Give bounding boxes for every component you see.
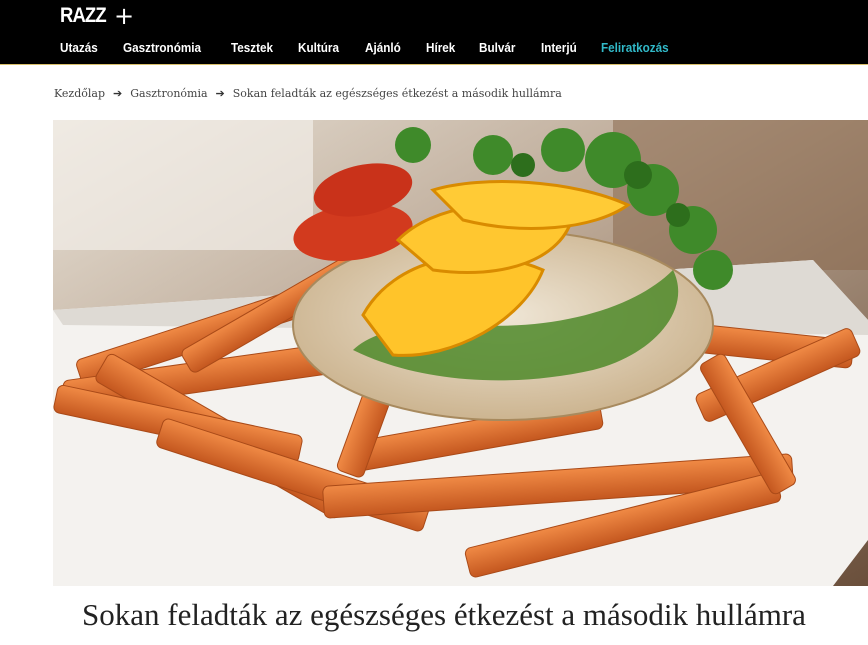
main-nav: Utazás Gasztronómia Tesztek Kultúra Aján… [60, 40, 697, 55]
nav-item-tesztek[interactable]: Tesztek [231, 40, 273, 55]
hero-image [53, 120, 868, 586]
nav-item-kultura[interactable]: Kultúra [298, 40, 339, 55]
nav-item-feliratkozas[interactable]: Feliratkozás [601, 40, 669, 55]
nav-item-bulvar[interactable]: Bulvár [479, 40, 515, 55]
site-logo[interactable]: RAZZ + [60, 4, 134, 28]
article-title: Sokan feladták az egészséges étkezést a … [82, 597, 806, 632]
nav-item-hirek[interactable]: Hírek [426, 40, 455, 55]
nav-item-gasztronomia[interactable]: Gasztronómia [123, 40, 201, 55]
nav-item-interju[interactable]: Interjú [541, 40, 577, 55]
top-navigation-bar: RAZZ + Utazás Gasztronómia Tesztek Kultú… [0, 0, 868, 64]
breadcrumb-home-link[interactable]: Kezdőlap [54, 87, 105, 100]
header-divider [0, 64, 868, 65]
arrow-right-icon: ➔ [215, 87, 225, 100]
breadcrumb-category-link[interactable]: Gasztronómia [130, 87, 207, 100]
nav-item-utazas[interactable]: Utazás [60, 40, 98, 55]
breadcrumb-current: Sokan feladták az egészséges étkezést a … [232, 87, 562, 100]
plus-icon: + [114, 2, 135, 30]
logo-text: RAZZ [60, 4, 107, 27]
arrow-right-icon: ➔ [113, 87, 123, 100]
breadcrumb: Kezdőlap ➔ Gasztronómia ➔ Sokan feladták… [54, 87, 562, 100]
nav-item-ajanlo[interactable]: Ajánló [365, 40, 401, 55]
food-photo-illustration [53, 120, 868, 586]
